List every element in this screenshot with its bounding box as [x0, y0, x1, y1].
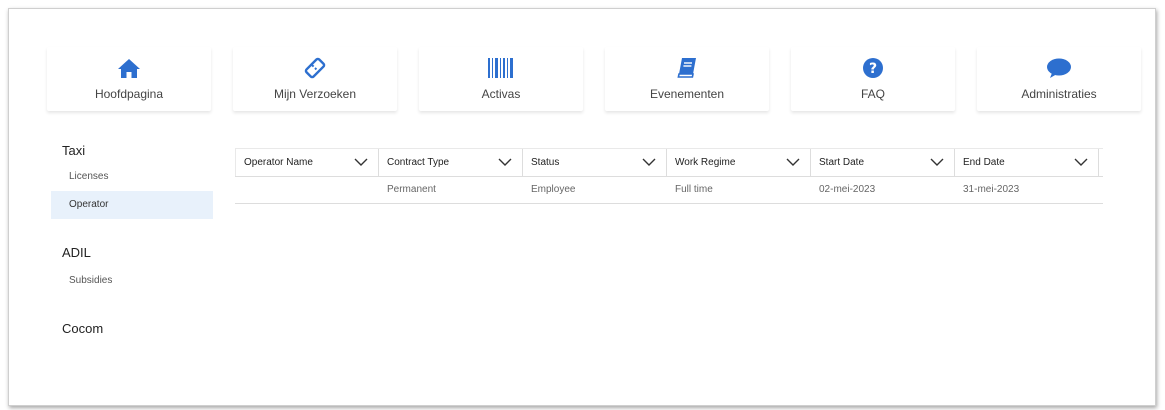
nav-tile-activas[interactable]: Activas	[419, 47, 583, 111]
nav-tile-label: Hoofdpagina	[94, 87, 164, 101]
nav-tile-evenementen[interactable]: Evenementen	[605, 47, 769, 111]
nav-tile-label: FAQ	[860, 87, 885, 101]
column-header-label: Contract Type	[387, 157, 450, 168]
chevron-down-icon	[786, 158, 800, 166]
column-header-contract-type[interactable]: Contract Type	[379, 149, 523, 176]
barcode-icon	[419, 57, 583, 81]
chevron-down-icon	[930, 158, 944, 166]
operator-table: Operator Name Contract Type Status Work …	[235, 148, 1103, 204]
table-cell: Employee	[531, 184, 576, 195]
nav-tile-administraties[interactable]: Administraties	[977, 47, 1141, 111]
chevron-down-icon	[498, 158, 512, 166]
table-header: Operator Name Contract Type Status Work …	[235, 148, 1103, 177]
nav-tile-label: Administraties	[1021, 87, 1097, 101]
nav-tile-label: Activas	[481, 87, 521, 101]
sidebar-group-cocom: Cocom	[62, 321, 104, 336]
column-header-label: Start Date	[819, 157, 865, 168]
app-window: Hoofdpagina Mijn Verzoeken Activas Evene…	[8, 8, 1156, 406]
nav-tile-label: Evenementen	[649, 87, 725, 101]
column-header-end-date[interactable]: End Date	[955, 149, 1099, 176]
nav-tile-faq[interactable]: ? FAQ	[791, 47, 955, 111]
column-header-label: End Date	[963, 157, 1005, 168]
top-nav: Hoofdpagina Mijn Verzoeken Activas Evene…	[47, 47, 1147, 113]
table-cell: 02-mei-2023	[819, 184, 876, 195]
home-icon	[47, 57, 211, 81]
table-cell: Full time	[675, 184, 713, 195]
chevron-down-icon	[642, 158, 656, 166]
table-cell	[235, 177, 379, 203]
column-header-status[interactable]: Status	[523, 149, 667, 176]
chevron-down-icon	[354, 158, 368, 166]
table-cell: Permanent	[387, 184, 436, 195]
nav-tile-mijn-verzoeken[interactable]: Mijn Verzoeken	[233, 47, 397, 111]
svg-text:?: ?	[869, 61, 877, 77]
tag-icon	[233, 57, 397, 81]
sidebar-item-operator[interactable]: Operator	[51, 191, 213, 219]
table-row[interactable]: Permanent Employee Full time 02-mei-2023…	[235, 177, 1103, 203]
chat-bubble-icon	[977, 57, 1141, 81]
column-header-label: Operator Name	[244, 157, 313, 168]
column-header-label: Work Regime	[675, 157, 736, 168]
book-icon	[605, 57, 769, 81]
column-header-start-date[interactable]: Start Date	[811, 149, 955, 176]
chevron-down-icon	[1074, 158, 1088, 166]
column-header-label: Status	[531, 157, 560, 168]
column-header-operator-name[interactable]: Operator Name	[235, 149, 379, 176]
sidebar-group-taxi: Taxi	[62, 143, 86, 158]
sidebar-group-adil: ADIL	[62, 245, 91, 260]
table-cell: 31-mei-2023	[963, 184, 1020, 195]
sidebar: Taxi Licenses Operator ADIL Subsidies Co…	[51, 141, 213, 339]
nav-tile-label: Mijn Verzoeken	[273, 87, 357, 101]
question-circle-icon: ?	[791, 57, 955, 81]
sidebar-item-subsidies[interactable]: Subsidies	[51, 267, 213, 295]
column-header-work-regime[interactable]: Work Regime	[667, 149, 811, 176]
sidebar-item-licenses[interactable]: Licenses	[51, 163, 213, 191]
nav-tile-hoofdpagina[interactable]: Hoofdpagina	[47, 47, 211, 111]
